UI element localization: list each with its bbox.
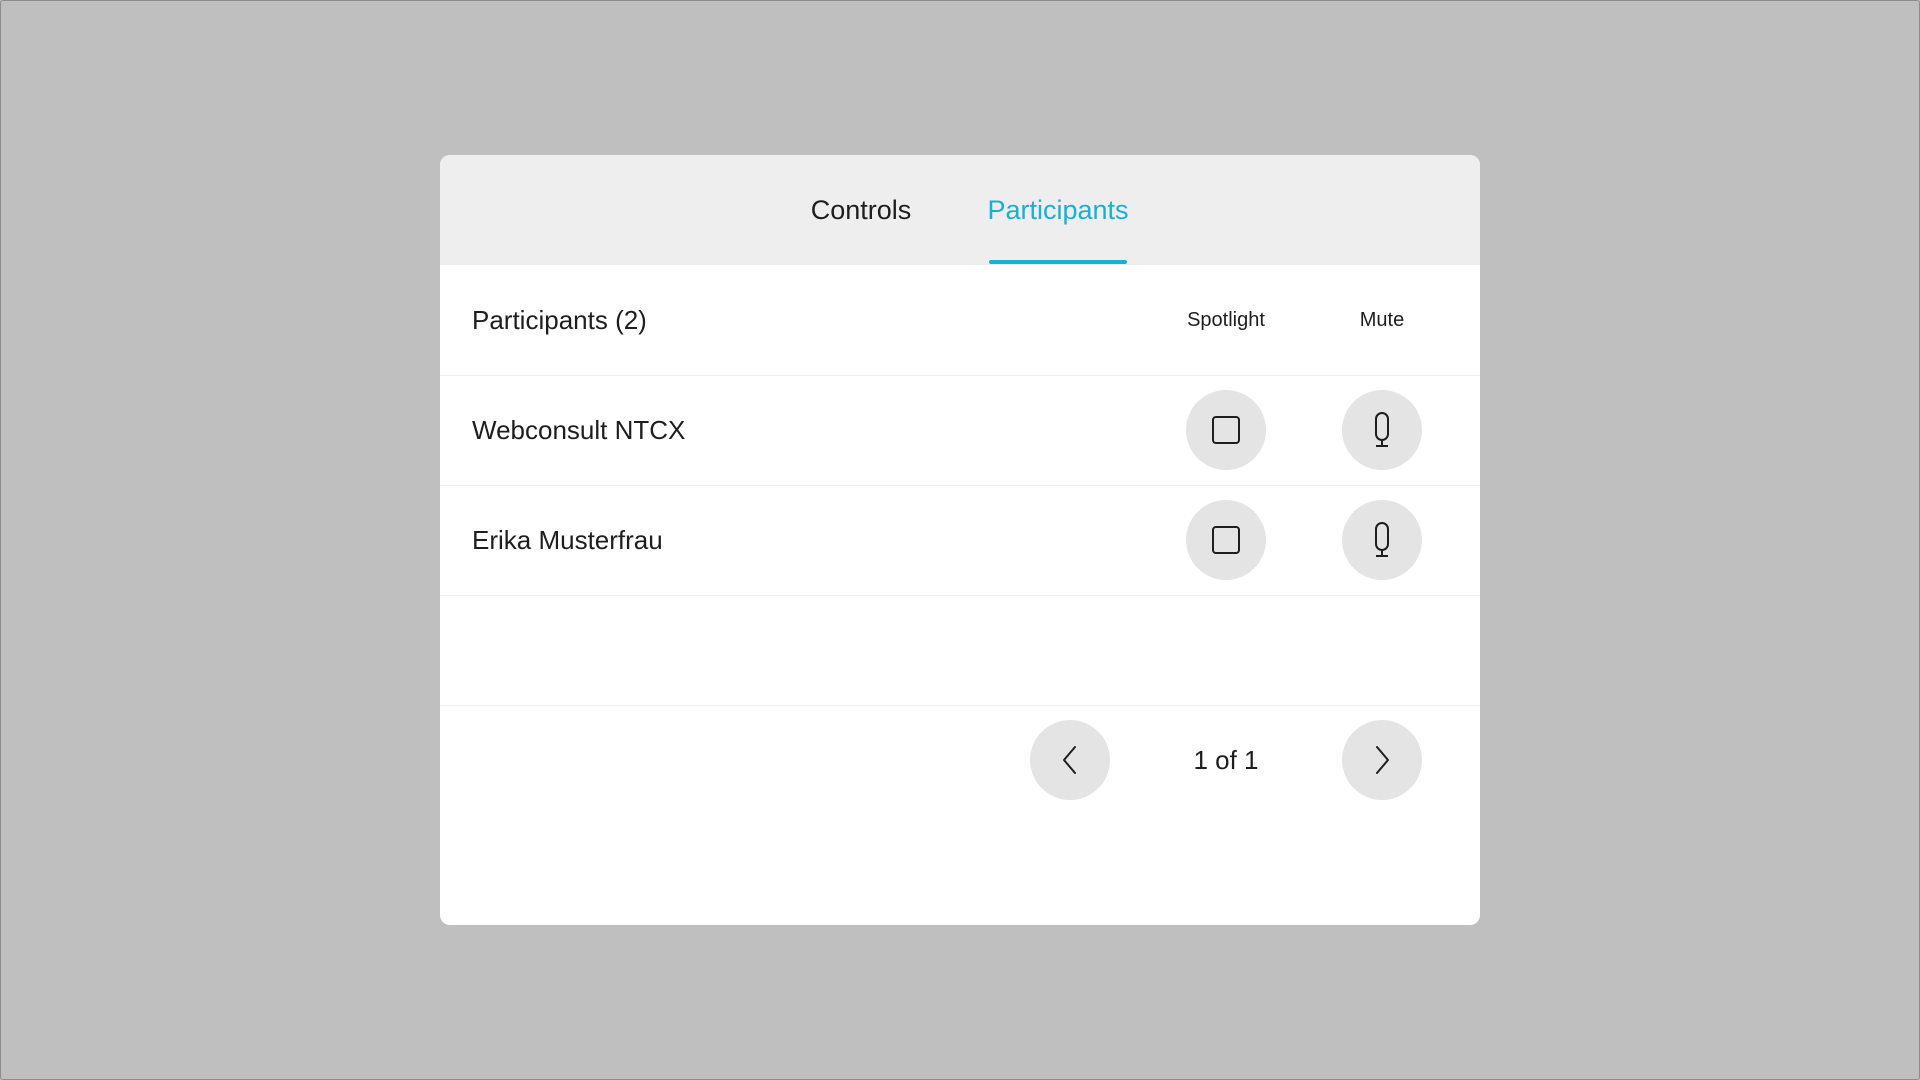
tab-participants[interactable]: Participants	[987, 155, 1128, 265]
participant-row: Webconsult NTCX	[440, 375, 1480, 486]
spotlight-column-header: Spotlight	[1187, 308, 1265, 331]
empty-row	[440, 595, 1480, 706]
previous-page-button[interactable]	[1030, 720, 1110, 800]
square-icon	[1212, 416, 1240, 444]
mute-button[interactable]	[1342, 500, 1422, 580]
page-indicator: 1 of 1	[1193, 744, 1259, 775]
tab-controls[interactable]: Controls	[791, 155, 931, 265]
participant-row: Erika Musterfrau	[440, 485, 1480, 596]
participants-header-row: Participants (2) Spotlight Mute	[440, 265, 1480, 376]
active-tab-indicator	[989, 260, 1127, 264]
next-page-button[interactable]	[1342, 720, 1422, 800]
tab-bar: Controls Participants	[440, 155, 1480, 265]
microphone-icon	[1375, 412, 1389, 447]
mute-button[interactable]	[1342, 390, 1422, 470]
participant-name: Erika Musterfrau	[472, 524, 663, 555]
pagination-row: 1 of 1	[440, 705, 1480, 815]
chevron-right-icon	[1376, 746, 1389, 774]
spotlight-button[interactable]	[1186, 500, 1266, 580]
participants-count-title: Participants (2)	[472, 304, 647, 335]
spotlight-button[interactable]	[1186, 390, 1266, 470]
chevron-left-icon	[1063, 746, 1076, 774]
participant-name: Webconsult NTCX	[472, 414, 686, 445]
square-icon	[1212, 526, 1240, 554]
mute-column-header: Mute	[1359, 308, 1405, 331]
participants-panel: Controls Participants Participants (2) S…	[440, 155, 1480, 925]
microphone-icon	[1375, 522, 1389, 557]
